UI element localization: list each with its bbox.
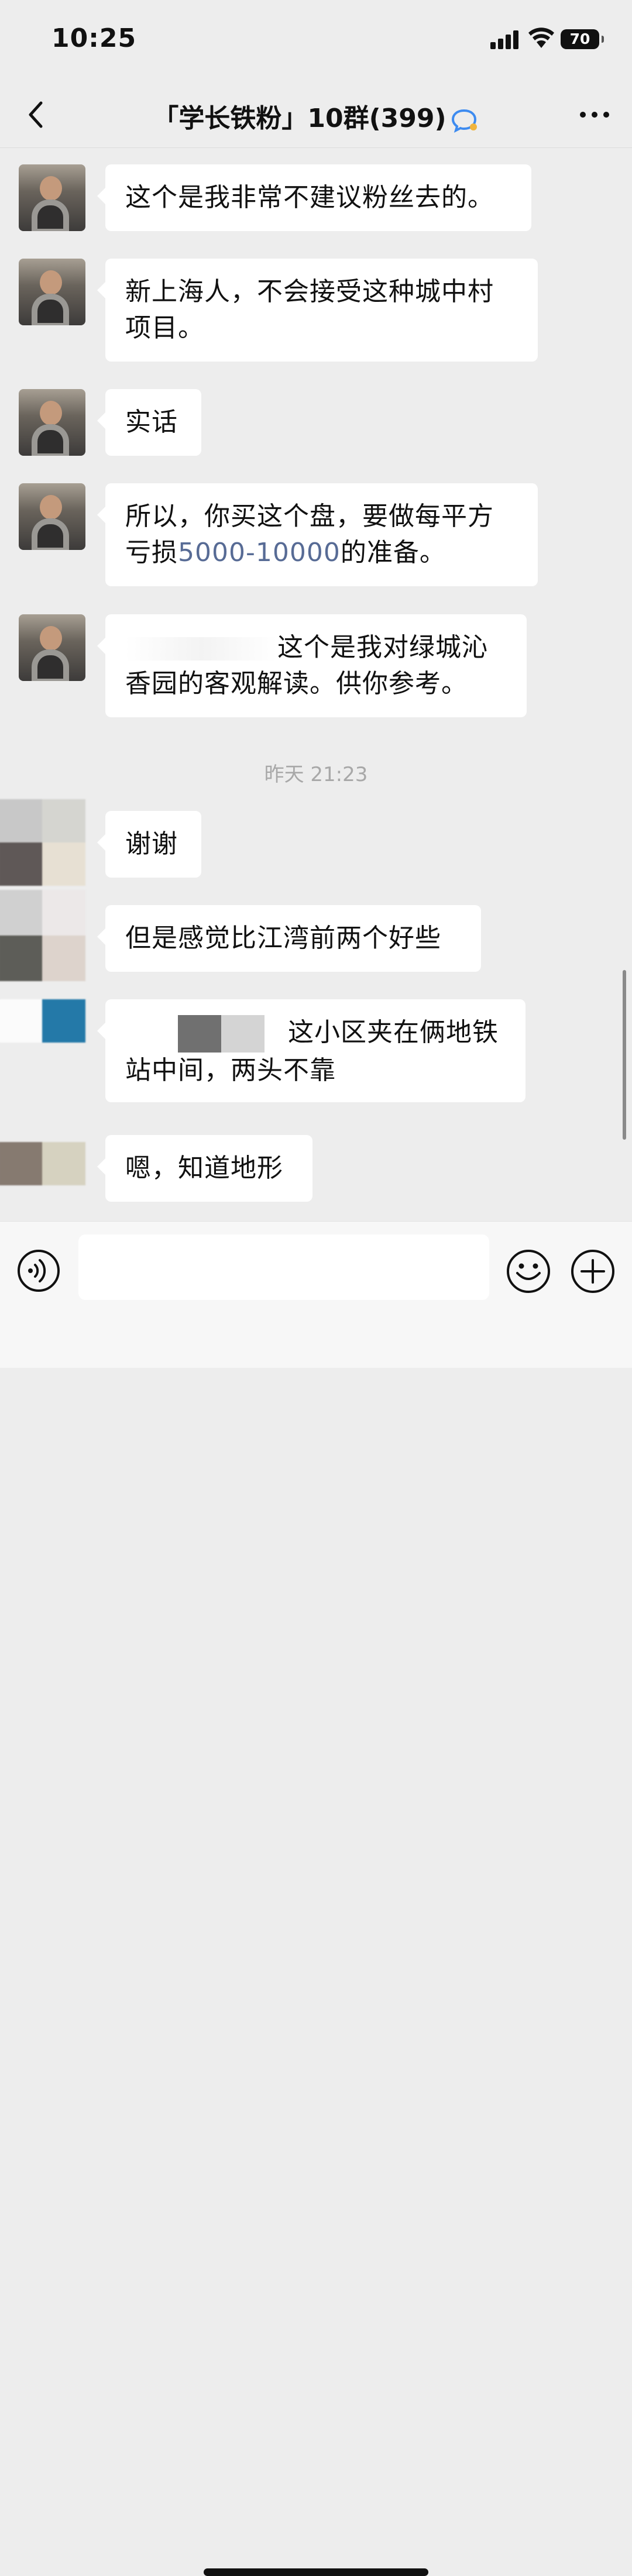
message-bubble[interactable]: 新上海人，不会接受这种城中村 项目。 [97,259,538,362]
status-bar: 10:25 70 [0,0,632,82]
blurred-mention [178,1015,221,1053]
timestamp: 昨天 21:23 [264,763,368,786]
composer-bar [0,1221,632,2576]
message-bubble[interactable]: 这小区夹在俩地铁 站中间，两头不靠 [97,999,525,1102]
nav-bar: 「学长铁粉」10群(399) [0,82,632,148]
sender-avatar[interactable] [0,1142,85,1185]
cellular-signal-icon [490,29,520,49]
blurred-mention [221,1015,265,1053]
voice-input-icon[interactable] [16,1249,61,1293]
message-bubble[interactable]: 嗯，知道地形 [97,1135,312,1202]
sender-avatar[interactable] [0,890,85,981]
scrollbar[interactable] [623,970,626,1140]
chat-title: 「学长铁粉」10群(399) [0,97,632,135]
message-bubble[interactable]: 这个是我非常不建议粉丝去的。 [97,164,531,231]
status-time: 10:25 [51,23,137,53]
blurred-mention [125,637,277,661]
plus-icon[interactable] [570,1249,616,1294]
message-input[interactable] [78,1234,489,1300]
sender-avatar[interactable] [19,483,85,550]
message-text: 的准备。 [340,538,446,568]
blurred-mention [125,1022,178,1045]
sender-avatar[interactable] [19,259,85,325]
chat-title-text: 「学长铁粉」10群(399) [153,104,446,133]
message-bubble[interactable]: 谢谢 [97,811,201,878]
message-bubble[interactable]: 实话 [97,389,201,456]
battery-icon: 70 [561,29,604,49]
sender-avatar[interactable] [19,389,85,456]
message-bubble[interactable]: 这个是我对绿城沁 香园的客观解读。供你参考。 [97,614,527,717]
home-indicator[interactable] [204,2568,428,2576]
message-bubble[interactable]: 所以，你买这个盘，要做每平方 亏损5000-10000的准备。 [97,483,538,586]
group-chat-icon [451,109,477,133]
sender-avatar[interactable] [19,164,85,231]
emoji-icon[interactable] [506,1249,551,1294]
chat-history[interactable]: 这个是我非常不建议粉丝去的。 新上海人，不会接受这种城中村 项目。 实话 所以，… [0,148,632,1219]
message-bubble[interactable]: 但是感觉比江湾前两个好些 [97,905,481,972]
number-link[interactable]: 5000-10000 [178,538,341,568]
sender-avatar[interactable] [19,614,85,681]
sender-avatar[interactable] [0,999,85,1043]
wifi-icon [528,27,554,48]
sender-avatar[interactable] [0,799,85,886]
more-icon[interactable] [577,99,612,130]
